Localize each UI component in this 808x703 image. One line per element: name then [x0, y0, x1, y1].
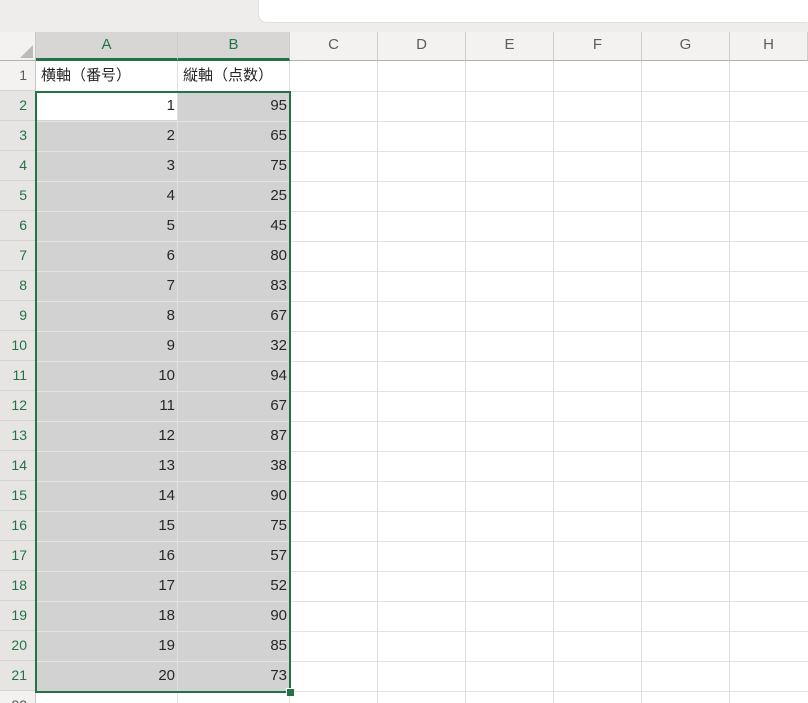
row-header-3[interactable]: 3: [0, 121, 36, 151]
row-header-14[interactable]: 14: [0, 451, 36, 481]
row-header-7[interactable]: 7: [0, 241, 36, 271]
cell-B16[interactable]: 75: [179, 511, 287, 541]
cell-A4[interactable]: 3: [37, 151, 175, 181]
cell-A13[interactable]: 12: [37, 421, 175, 451]
cell-A7[interactable]: 6: [37, 241, 175, 271]
cell-A8[interactable]: 7: [37, 271, 175, 301]
column-header-A[interactable]: A: [36, 32, 178, 61]
select-all-triangle-icon: [20, 45, 33, 58]
cell-B3[interactable]: 65: [179, 121, 287, 151]
column-header-E[interactable]: E: [466, 32, 554, 61]
formula-bar-region[interactable]: [259, 0, 808, 22]
cell-A5[interactable]: 4: [37, 181, 175, 211]
select-all-corner[interactable]: [0, 32, 36, 61]
cell-A17[interactable]: 16: [37, 541, 175, 571]
cell-B15[interactable]: 90: [179, 481, 287, 511]
row-header-6[interactable]: 6: [0, 211, 36, 241]
cell-A14[interactable]: 13: [37, 451, 175, 481]
cell-A11[interactable]: 10: [37, 361, 175, 391]
cell-B7[interactable]: 80: [179, 241, 287, 271]
cell-A19[interactable]: 18: [37, 601, 175, 631]
row-header-21[interactable]: 21: [0, 661, 36, 691]
cell-B17[interactable]: 57: [179, 541, 287, 571]
cell-B10[interactable]: 32: [179, 331, 287, 361]
cell-A9[interactable]: 8: [37, 301, 175, 331]
cell-B12[interactable]: 67: [179, 391, 287, 421]
cell-A18[interactable]: 17: [37, 571, 175, 601]
row-header-12[interactable]: 12: [0, 391, 36, 421]
column-header-H[interactable]: H: [730, 32, 808, 61]
row-header-4[interactable]: 4: [0, 151, 36, 181]
cell-A21[interactable]: 20: [37, 661, 175, 691]
cell-B9[interactable]: 67: [179, 301, 287, 331]
cell-B6[interactable]: 45: [179, 211, 287, 241]
cell-A1[interactable]: 横軸（番号）: [41, 61, 175, 91]
row-header-15[interactable]: 15: [0, 481, 36, 511]
cell-B20[interactable]: 85: [179, 631, 287, 661]
column-header-G[interactable]: G: [642, 32, 730, 61]
cell-B5[interactable]: 25: [179, 181, 287, 211]
cell-B18[interactable]: 52: [179, 571, 287, 601]
cell-B11[interactable]: 94: [179, 361, 287, 391]
cell-A2[interactable]: 1: [37, 91, 175, 121]
row-header-11[interactable]: 11: [0, 361, 36, 391]
cell-B1[interactable]: 縦軸（点数）: [183, 61, 287, 91]
cell-A10[interactable]: 9: [37, 331, 175, 361]
row-header-1[interactable]: 1: [0, 61, 36, 91]
row-header-9[interactable]: 9: [0, 301, 36, 331]
cell-B21[interactable]: 73: [179, 661, 287, 691]
cell-B19[interactable]: 90: [179, 601, 287, 631]
cell-A6[interactable]: 5: [37, 211, 175, 241]
cell-A3[interactable]: 2: [37, 121, 175, 151]
row-header-16[interactable]: 16: [0, 511, 36, 541]
cell-A12[interactable]: 11: [37, 391, 175, 421]
cell-A15[interactable]: 14: [37, 481, 175, 511]
spreadsheet-window: ABCDEFGH 1234567891011121314151617181920…: [0, 0, 808, 703]
cell-B14[interactable]: 38: [179, 451, 287, 481]
row-header-13[interactable]: 13: [0, 421, 36, 451]
cell-A20[interactable]: 19: [37, 631, 175, 661]
column-header-F[interactable]: F: [554, 32, 642, 61]
row-header-18[interactable]: 18: [0, 571, 36, 601]
row-header-2[interactable]: 2: [0, 91, 36, 121]
top-chrome-strip: [0, 0, 808, 32]
fill-handle[interactable]: [287, 689, 294, 696]
column-header-D[interactable]: D: [378, 32, 466, 61]
row-header-8[interactable]: 8: [0, 271, 36, 301]
cell-B2[interactable]: 95: [179, 91, 287, 121]
row-header-17[interactable]: 17: [0, 541, 36, 571]
row-header-19[interactable]: 19: [0, 601, 36, 631]
row-header-20[interactable]: 20: [0, 631, 36, 661]
row-header-22[interactable]: 22: [0, 691, 36, 703]
row-header-5[interactable]: 5: [0, 181, 36, 211]
cell-B4[interactable]: 75: [179, 151, 287, 181]
cell-B8[interactable]: 83: [179, 271, 287, 301]
column-header-B[interactable]: B: [178, 32, 290, 61]
row-header-10[interactable]: 10: [0, 331, 36, 361]
column-header-C[interactable]: C: [290, 32, 378, 61]
cell-B13[interactable]: 87: [179, 421, 287, 451]
cell-A16[interactable]: 15: [37, 511, 175, 541]
